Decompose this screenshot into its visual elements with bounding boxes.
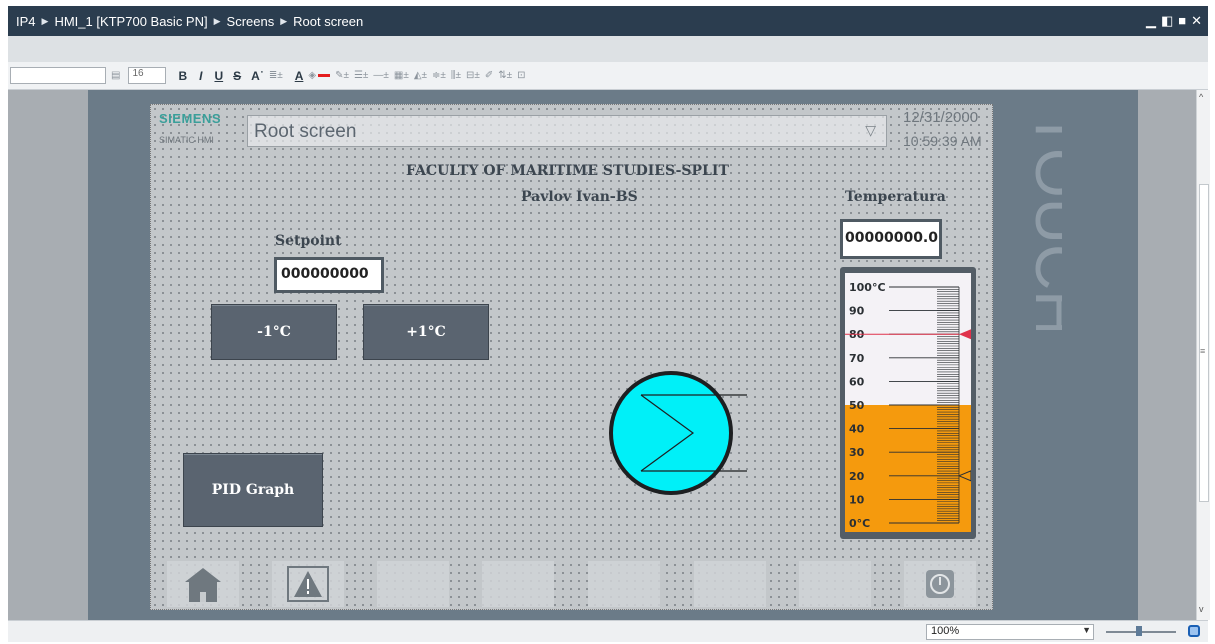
alarm-icon <box>272 561 344 607</box>
scroll-thumb[interactable] <box>1199 184 1209 502</box>
hmi-screen[interactable]: SIEMENS SIMATIC HMI Root screen ▽ 12/31/… <box>150 104 993 610</box>
restore-icon[interactable]: ◧ <box>1161 13 1173 29</box>
temperature-label: Temperatura <box>845 189 946 205</box>
hmi-header: SIEMENS SIMATIC HMI Root screen ▽ 12/31/… <box>151 105 994 153</box>
bar-tick-label: 60 <box>849 375 865 388</box>
breadcrumb-screens[interactable]: Screens <box>227 14 275 29</box>
title-bar: IP4 ▶ HMI_1 [KTP700 Basic PN] ▶ Screens … <box>8 6 1208 36</box>
touch-watermark-text: TOUCH <box>1022 110 1062 330</box>
strikethrough-button[interactable]: S <box>233 69 241 83</box>
font-picker-icon[interactable]: ▤ <box>111 70 120 81</box>
maximize-icon[interactable]: ■ <box>1178 13 1186 29</box>
breadcrumb-separator-icon: ▶ <box>213 15 221 26</box>
function-key-2[interactable] <box>272 561 344 607</box>
screen-name: Root screen <box>254 121 357 142</box>
bar-inner: 100°C 90 80 70 60 50 40 30 20 10 0°C <box>845 273 971 532</box>
font-name-field[interactable] <box>10 67 106 84</box>
close-icon[interactable]: ✕ <box>1191 13 1202 29</box>
breadcrumb-separator-icon: ▶ <box>280 15 288 26</box>
line-color-icon[interactable]: ✎± <box>335 70 349 81</box>
pid-graph-button[interactable]: PID Graph <box>183 453 323 527</box>
shutdown-icon <box>904 561 976 607</box>
align-objects-icon[interactable]: ≑± <box>432 70 446 81</box>
function-key-6[interactable] <box>694 561 766 607</box>
decrease-setpoint-button[interactable]: -1°C <box>211 304 337 360</box>
temperature-bar: 100°C 90 80 70 60 50 40 30 20 10 0°C <box>840 267 976 539</box>
bar-tick-label: 90 <box>849 305 865 318</box>
zoom-fit-icon[interactable] <box>1188 625 1200 637</box>
bar-tick-label: 0°C <box>849 517 870 530</box>
rotate-icon[interactable]: ◭± <box>414 70 427 81</box>
touch-watermark-svg: TOUCH <box>1022 110 1062 330</box>
bar-tick-label: 40 <box>849 423 865 436</box>
bar-tick-label: 50 <box>849 399 865 412</box>
page-title: FACULTY OF MARITIME STUDIES-SPLIT <box>406 163 729 179</box>
bar-scale: 100°C9080706050403020100°C <box>845 281 971 530</box>
function-key-7[interactable] <box>799 561 871 607</box>
screen-name-box[interactable]: Root screen ▽ <box>247 115 887 147</box>
bold-button[interactable]: B <box>178 69 187 83</box>
minimize-icon[interactable]: ▁ <box>1146 13 1156 29</box>
zoom-slider-handle[interactable] <box>1136 626 1142 636</box>
heat-exchanger-icon <box>609 371 747 495</box>
format-painter-icon[interactable]: ✐ <box>485 70 493 81</box>
font-color-button[interactable]: A <box>295 69 304 83</box>
setpoint-input-field[interactable]: 000000000 <box>274 257 384 293</box>
function-key-4[interactable] <box>482 561 554 607</box>
temperature-output-field[interactable]: 00000000.0 <box>840 219 942 259</box>
simatic-label: SIMATIC HMI <box>159 135 214 145</box>
chevron-down-icon[interactable]: ▼ <box>1082 625 1091 635</box>
home-icon <box>167 561 239 607</box>
scroll-down-icon[interactable]: v <box>1199 604 1204 614</box>
breadcrumb-project[interactable]: IP4 <box>16 14 36 29</box>
scroll-up-icon[interactable]: ^ <box>1199 92 1203 102</box>
underline-button[interactable]: U <box>214 69 223 83</box>
breadcrumb-device[interactable]: HMI_1 [KTP700 Basic PN] <box>54 14 207 29</box>
setpoint-label: Setpoint <box>275 233 342 249</box>
vertical-scrollbar[interactable]: ^ ≡ v <box>1196 90 1210 620</box>
bar-tick-label: 20 <box>849 470 865 483</box>
size-icon[interactable]: ⊟± <box>466 70 480 81</box>
bar-tick-label: 100°C <box>849 281 886 294</box>
line-width-icon[interactable]: —± <box>373 70 389 81</box>
status-bar: 100% ▼ <box>8 620 1208 642</box>
hmi-time: 10:59:39 AM <box>903 133 982 149</box>
tab-order-icon[interactable]: ⇅± <box>498 70 512 81</box>
lower-limit-marker-icon <box>957 470 971 482</box>
zoom-area-icon[interactable]: ⊡ <box>517 70 525 81</box>
align-icon[interactable]: ≣± <box>269 70 283 81</box>
bar-tick-label: 30 <box>849 446 865 459</box>
format-toolbar: ▤ 16 B I U S A˙ ≣± A ◈ ✎± ☰± —± ▦± ◭± ≑±… <box>8 62 1208 90</box>
increase-setpoint-button[interactable]: +1°C <box>363 304 489 360</box>
scroll-grip-icon: ≡ <box>1200 346 1206 356</box>
function-key-1[interactable] <box>167 561 239 607</box>
italic-button[interactable]: I <box>199 69 202 83</box>
arrange-icon[interactable]: ▦± <box>394 70 409 81</box>
device-watermark: TOUCH <box>1002 110 1062 330</box>
function-key-3[interactable] <box>377 561 449 607</box>
bar-tick-label: 10 <box>849 493 865 506</box>
upper-limit-marker-icon <box>959 329 971 340</box>
siemens-logo: SIEMENS <box>159 111 222 126</box>
chevron-down-icon[interactable]: ▽ <box>865 122 876 139</box>
fill-color-swatch-icon <box>318 74 331 77</box>
superscript-icon[interactable]: A˙ <box>251 69 264 83</box>
author-label: Pavlov Ivan-BS <box>521 189 638 205</box>
function-key-8[interactable] <box>904 561 976 607</box>
line-style-icon[interactable]: ☰± <box>354 70 368 81</box>
bar-tick-label: 80 <box>849 328 865 341</box>
breadcrumb-root-screen[interactable]: Root screen <box>293 14 363 29</box>
breadcrumb-separator-icon: ▶ <box>41 15 49 26</box>
fill-color-icon[interactable]: ◈ <box>308 70 316 81</box>
zoom-select[interactable]: 100% ▼ <box>926 624 1094 640</box>
bar-tick-label: 70 <box>849 352 865 365</box>
function-key-5[interactable] <box>588 561 660 607</box>
distribute-icon[interactable]: ⫼± <box>451 70 461 81</box>
font-size-field[interactable]: 16 <box>128 67 167 84</box>
zoom-value: 100% <box>931 625 960 637</box>
hmi-date: 12/31/2000 <box>903 109 979 126</box>
editor-subbar <box>8 36 1208 62</box>
